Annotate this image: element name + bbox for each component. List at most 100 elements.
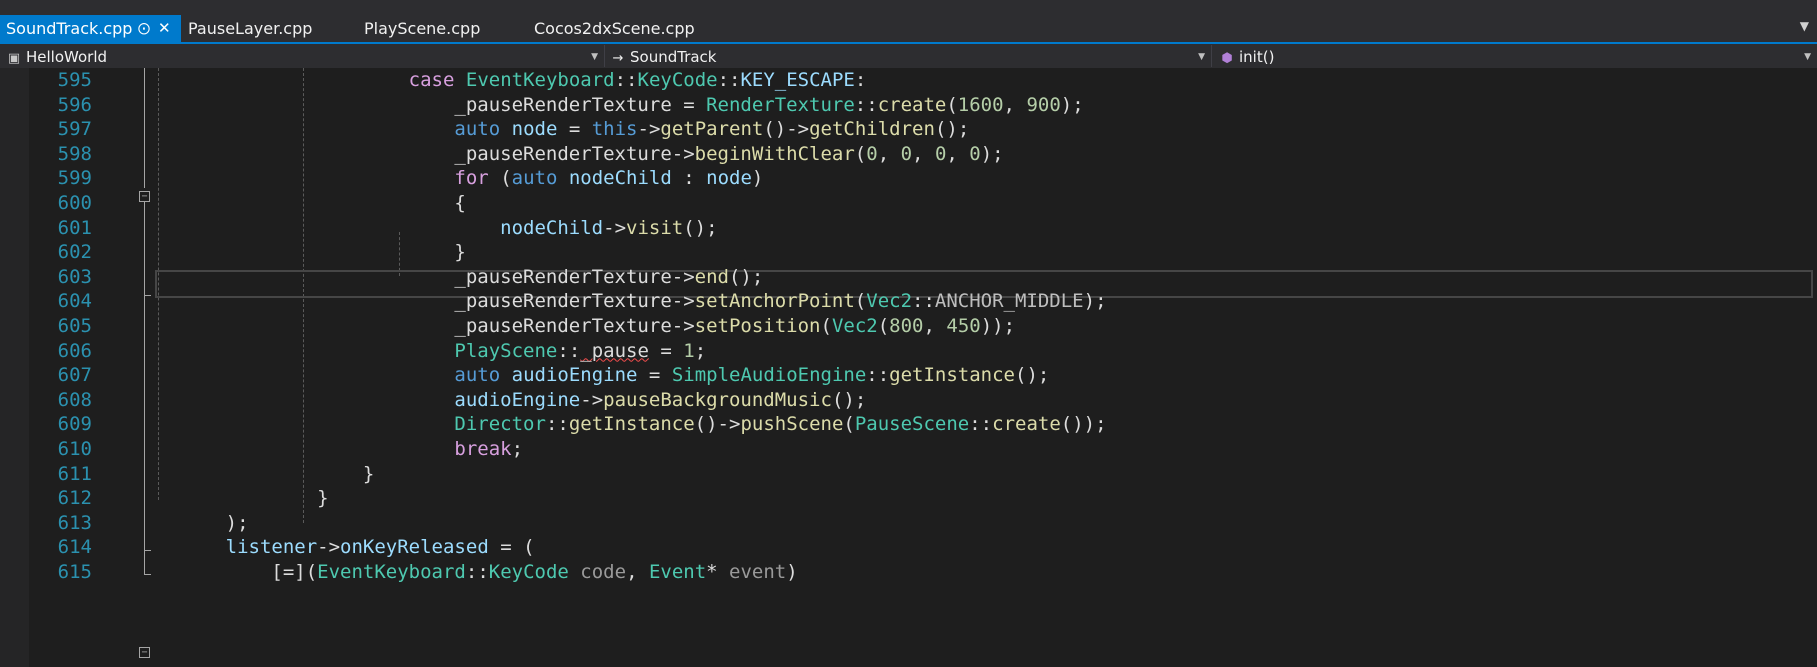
code-line[interactable]: 614 listener->onKeyReleased = (	[0, 535, 1817, 560]
code-token: RenderTexture	[706, 93, 855, 116]
code-token: Vec2	[866, 290, 913, 313]
code-token: getInstance	[568, 413, 695, 436]
code-token: ,	[912, 142, 935, 165]
code-line[interactable]: 601 nodeChild->visit();	[0, 216, 1817, 241]
code-line[interactable]: 607 auto audioEngine = SimpleAudioEngine…	[0, 363, 1817, 388]
line-code: Director::getInstance()->pushScene(Pause…	[157, 412, 1106, 437]
collapse-icon[interactable]: −	[139, 647, 150, 658]
code-token: *	[706, 561, 730, 583]
code-token: Director	[454, 413, 546, 436]
code-token: EventKeyboard	[317, 561, 466, 583]
line-number: 597	[57, 118, 92, 141]
code-token: node	[511, 118, 558, 141]
code-token: ();	[683, 216, 718, 239]
code-token: ();	[728, 265, 764, 288]
code-line[interactable]: 605 _pauseRenderTexture->setPosition(Vec…	[0, 314, 1817, 339]
code-line[interactable]: 600 {	[0, 191, 1817, 216]
scope-label: SoundTrack	[630, 48, 717, 66]
code-token: (	[854, 142, 867, 165]
project-dropdown[interactable]: ▣ HelloWorld ▼	[0, 45, 605, 67]
code-line[interactable]: 613 );	[0, 511, 1817, 536]
code-token: case	[408, 69, 455, 91]
code-line[interactable]: 611 }	[0, 462, 1817, 487]
code-line[interactable]: 612 }	[0, 486, 1817, 511]
code-token: ()->	[763, 118, 810, 141]
line-code: nodeChild->visit();	[157, 216, 718, 241]
code-token: (	[854, 290, 867, 313]
line-number: 604	[57, 290, 92, 313]
code-line[interactable]: 609 Director::getInstance()->pushScene(P…	[0, 412, 1817, 437]
code-token: create	[992, 413, 1061, 436]
tab-pauselayer-cpp[interactable]: PauseLayer.cpp	[182, 15, 342, 42]
code-token: ,	[626, 561, 649, 583]
code-line[interactable]: 603 _pauseRenderTexture->end();	[0, 265, 1817, 290]
code-line[interactable]: 610 break;	[0, 437, 1817, 462]
line-number: 602	[57, 241, 92, 264]
code-token: KEY_ESCAPE	[740, 69, 855, 91]
code-token: =	[648, 339, 684, 362]
code-token: PlayScene	[454, 339, 558, 362]
code-token: (	[843, 413, 855, 436]
code-token: code	[580, 561, 627, 583]
code-token: audioEngine	[454, 388, 581, 411]
code-editor[interactable]: − − 595 case EventKeyboard::KeyCode::KEY…	[0, 68, 1817, 667]
line-code: );	[157, 511, 249, 536]
code-line[interactable]: 608 audioEngine->pauseBackgroundMusic();	[0, 388, 1817, 413]
code-line[interactable]: 595 case EventKeyboard::KeyCode::KEY_ESC…	[0, 68, 1817, 93]
code-token: ()->	[694, 413, 741, 436]
tab-cocos2dxscene-cpp[interactable]: Cocos2dxScene.cpp	[528, 15, 708, 42]
scope-dropdown[interactable]: → SoundTrack ▼	[606, 45, 1212, 67]
code-line[interactable]: 599 for (auto nodeChild : node)	[0, 166, 1817, 191]
code-line[interactable]: 615 [=](EventKeyboard::KeyCode code, Eve…	[0, 560, 1817, 585]
code-token: ->	[317, 536, 341, 559]
code-token: create	[877, 93, 947, 116]
code-token: getInstance	[889, 364, 1016, 387]
code-token: ::	[614, 69, 638, 91]
code-token: );	[157, 511, 249, 534]
chevron-down-icon[interactable]: ▼	[1800, 19, 1809, 33]
line-number: 600	[57, 192, 92, 214]
code-token: this	[591, 118, 638, 141]
line-code: auto node = this->getParent()->getChildr…	[157, 117, 969, 142]
code-token: :	[854, 69, 867, 91]
code-token: PauseScene	[854, 413, 970, 436]
code-line[interactable]: 596 _pauseRenderTexture = RenderTexture:…	[0, 93, 1817, 118]
line-number: 607	[57, 364, 92, 387]
line-number: 599	[57, 167, 92, 190]
line-number: 605	[57, 315, 92, 337]
pin-icon[interactable]: ⨀	[138, 15, 150, 42]
code-line[interactable]: 604 _pauseRenderTexture->setAnchorPoint(…	[0, 289, 1817, 314]
code-token: nodeChild	[568, 167, 672, 190]
code-token: ::	[854, 93, 878, 116]
code-token: listener	[225, 536, 318, 559]
tab-playscene-cpp[interactable]: PlayScene.cpp	[358, 15, 508, 42]
code-line[interactable]: 602 }	[0, 240, 1817, 265]
code-token: ::	[912, 290, 935, 313]
code-token: node	[706, 167, 752, 190]
line-number: 611	[57, 462, 92, 485]
code-token: visit	[626, 216, 684, 239]
code-line[interactable]: 598 _pauseRenderTexture->beginWithClear(…	[0, 142, 1817, 167]
code-token: auto	[511, 167, 558, 190]
code-token: KeyCode	[488, 561, 569, 583]
member-dropdown[interactable]: ⬢ init() ▼	[1213, 45, 1817, 67]
chevron-down-icon: ▼	[591, 52, 598, 62]
close-icon[interactable]: ✕	[158, 15, 171, 42]
code-token: [=](	[157, 561, 318, 583]
code-token: _pause	[580, 339, 649, 362]
code-token: ->	[603, 216, 627, 239]
code-token: ();	[934, 118, 970, 141]
tab-soundtrack-cpp[interactable]: SoundTrack.cpp ⨀ ✕	[0, 15, 181, 42]
code-line[interactable]: 606 PlayScene::_pause = 1;	[0, 339, 1817, 364]
tab-label: SoundTrack.cpp	[6, 19, 133, 38]
code-token: _pauseRenderTexture->	[157, 290, 695, 313]
line-code: auto audioEngine = SimpleAudioEngine::ge…	[157, 363, 1049, 388]
line-number: 610	[57, 438, 92, 460]
code-line[interactable]: 597 auto node = this->getParent()->getCh…	[0, 117, 1817, 142]
